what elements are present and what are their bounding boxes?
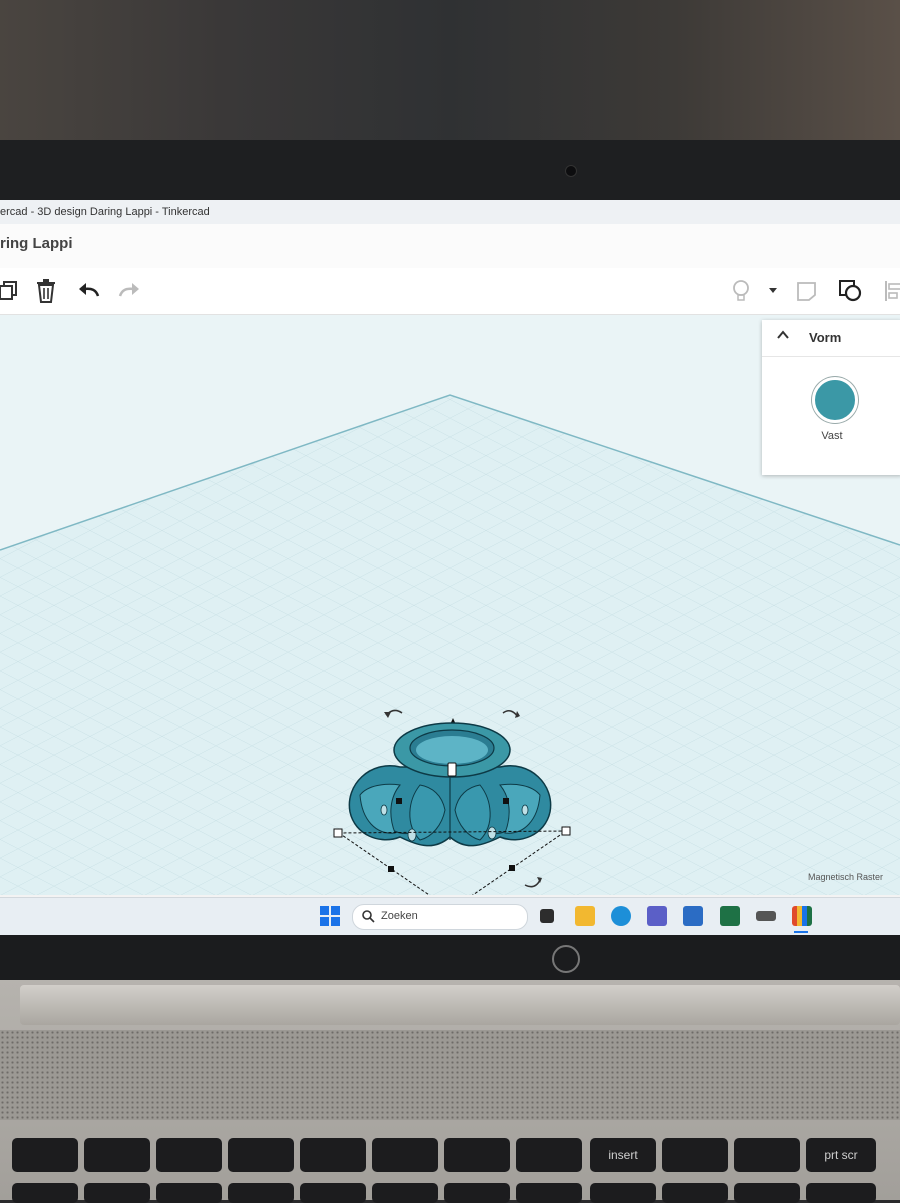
snap-grid-label[interactable]: Magnetisch Raster [808,872,883,882]
teams-icon[interactable] [647,906,667,926]
key[interactable] [12,1183,78,1203]
lightbulb-icon[interactable] [726,276,756,306]
app-header: ring Lappi [0,224,900,269]
align-icon[interactable] [878,276,900,306]
solid-label: Vast [821,430,843,442]
key[interactable] [372,1138,438,1172]
key[interactable] [590,1183,656,1203]
search-placeholder: Zoeken [381,910,418,922]
key[interactable] [156,1183,222,1203]
redo-icon[interactable] [114,276,144,306]
shape-panel-title: Vorm [809,330,842,345]
design-name[interactable]: ring Lappi [0,235,73,252]
brand-logo-icon [552,945,580,973]
resize-handle-corner-right [561,826,571,836]
keyboard-function-row: insert prt scr [0,1138,900,1203]
chevron-up-icon[interactable] [776,328,790,342]
copy-icon[interactable] [0,276,24,306]
undo-icon[interactable] [74,276,104,306]
speaker-grille [0,1030,900,1120]
search-icon [362,910,375,923]
shape-panel-header[interactable]: Vorm [762,320,900,357]
key[interactable] [516,1138,582,1172]
webcam [565,165,577,177]
window-title: ercad - 3D design Daring Lappi - Tinkerc… [0,206,210,218]
resize-handle-edge-left [388,866,394,872]
key[interactable] [228,1183,294,1203]
key[interactable] [300,1183,366,1203]
task-view-icon[interactable] [540,909,554,923]
resize-handle-back-left [396,798,402,804]
shape-inspector-panel: Vorm Vast [762,320,900,475]
key[interactable] [84,1138,150,1172]
key[interactable] [84,1183,150,1203]
key[interactable] [516,1183,582,1203]
file-explorer-icon[interactable] [575,906,595,926]
key[interactable] [734,1138,800,1172]
store-icon[interactable] [683,906,703,926]
taskbar-search[interactable]: Zoeken [352,904,528,930]
editor-toolbar [0,268,900,315]
tinkercad-icon[interactable] [792,906,812,926]
windows-taskbar: Zoeken [0,897,900,935]
resize-handle-back-right [503,798,509,804]
key[interactable] [12,1138,78,1172]
key[interactable] [806,1183,876,1203]
device-icon[interactable] [756,911,776,921]
key[interactable] [372,1183,438,1203]
key[interactable] [156,1138,222,1172]
laptop-hinge [20,985,900,1025]
key[interactable] [300,1138,366,1172]
solid-color-swatch[interactable] [812,377,858,423]
height-handle [447,762,457,777]
shape-view-icon[interactable] [836,276,866,306]
key-print-screen[interactable]: prt scr [806,1138,876,1172]
trash-icon[interactable] [31,276,61,306]
key[interactable] [228,1138,294,1172]
windows-start-icon[interactable] [320,906,340,926]
key[interactable] [734,1183,800,1203]
key[interactable] [444,1138,510,1172]
laptop-screen: ercad - 3D design Daring Lappi - Tinkerc… [0,200,900,935]
key[interactable] [444,1183,510,1203]
dropdown-arrow-icon[interactable] [758,276,788,306]
key[interactable] [662,1138,728,1172]
active-app-indicator [794,931,808,933]
screen-bezel-bottom [0,935,900,980]
key-insert[interactable]: insert [590,1138,656,1172]
room-background [0,0,900,150]
browser-titlebar: ercad - 3D design Daring Lappi - Tinkerc… [0,200,900,225]
resize-handle-corner-left [333,828,343,838]
note-icon[interactable] [792,276,822,306]
resize-handle-edge-right [509,865,515,871]
key[interactable] [662,1183,728,1203]
edge-icon[interactable] [611,906,631,926]
excel-icon[interactable] [720,906,740,926]
